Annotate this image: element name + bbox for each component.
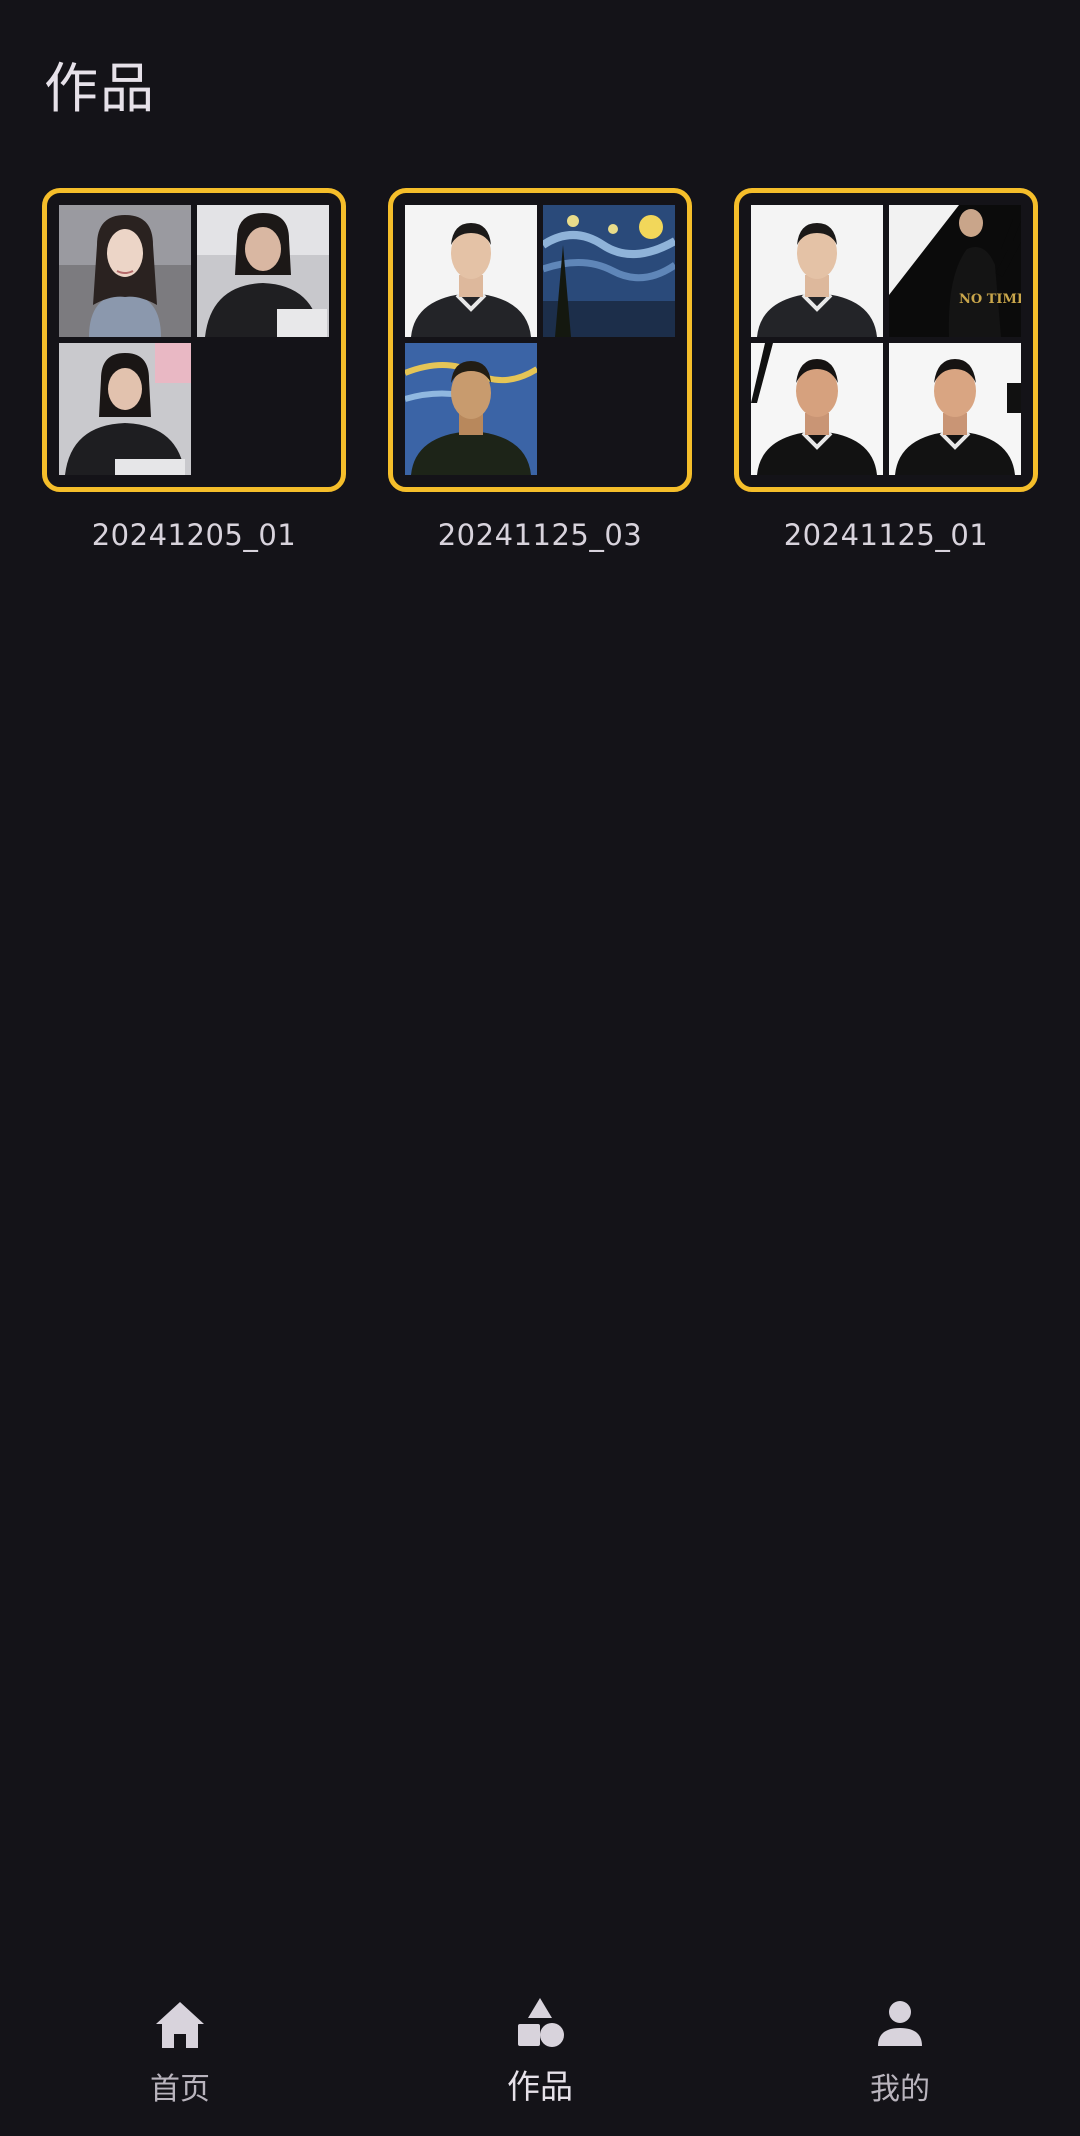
work-card-2[interactable]: 20241125_03 [388,188,692,552]
home-icon [156,2002,204,2048]
thumbnail-man-stylized-1 [751,343,883,475]
work-title: 20241205_01 [91,518,297,552]
person-icon [878,2001,922,2046]
poster-title-text: NO TIME TO [959,292,1021,307]
thumbnail-woman-dark-clothes [197,205,329,337]
work-card-3[interactable]: NO TIME TO [734,188,1038,552]
work-thumbnail-frame[interactable] [388,188,692,492]
thumbnail-man-stylized-2 [889,343,1021,475]
work-thumbnail-frame[interactable] [42,188,346,492]
work-title: 20241125_03 [437,518,643,552]
nav-label-home: 首页 [150,2072,210,2107]
nav-item-home[interactable]: 首页 [80,1966,280,2136]
nav-label-mine: 我的 [870,2072,930,2107]
thumbnail-woman-portrait [59,205,191,337]
work-thumbnail-frame[interactable]: NO TIME TO [734,188,1038,492]
bottom-navigation-bar: 首页 作品 我的 [0,1966,1080,2136]
nav-item-mine[interactable]: 我的 [800,1966,1000,2136]
thumbnail-collage: NO TIME TO [751,205,1021,475]
thumbnail-man-portrait [751,205,883,337]
thumbnail-empty-slot [197,343,329,475]
thumbnail-woman-seated [59,343,191,475]
thumbnail-movie-poster: NO TIME TO [889,205,1021,337]
thumbnail-man-starry-style [405,343,537,475]
thumbnail-starry-night [543,205,675,337]
shapes-icon [518,1998,564,2047]
thumbnail-man-portrait [405,205,537,337]
thumbnail-collage [59,205,329,475]
thumbnail-collage [405,205,675,475]
nav-label-works: 作品 [507,2067,573,2106]
work-title: 20241125_01 [783,518,989,552]
page-title: 作品 [44,57,156,120]
work-card-1[interactable]: 20241205_01 [42,188,346,552]
thumbnail-empty-slot [543,343,675,475]
nav-item-works[interactable]: 作品 [440,1966,640,2136]
